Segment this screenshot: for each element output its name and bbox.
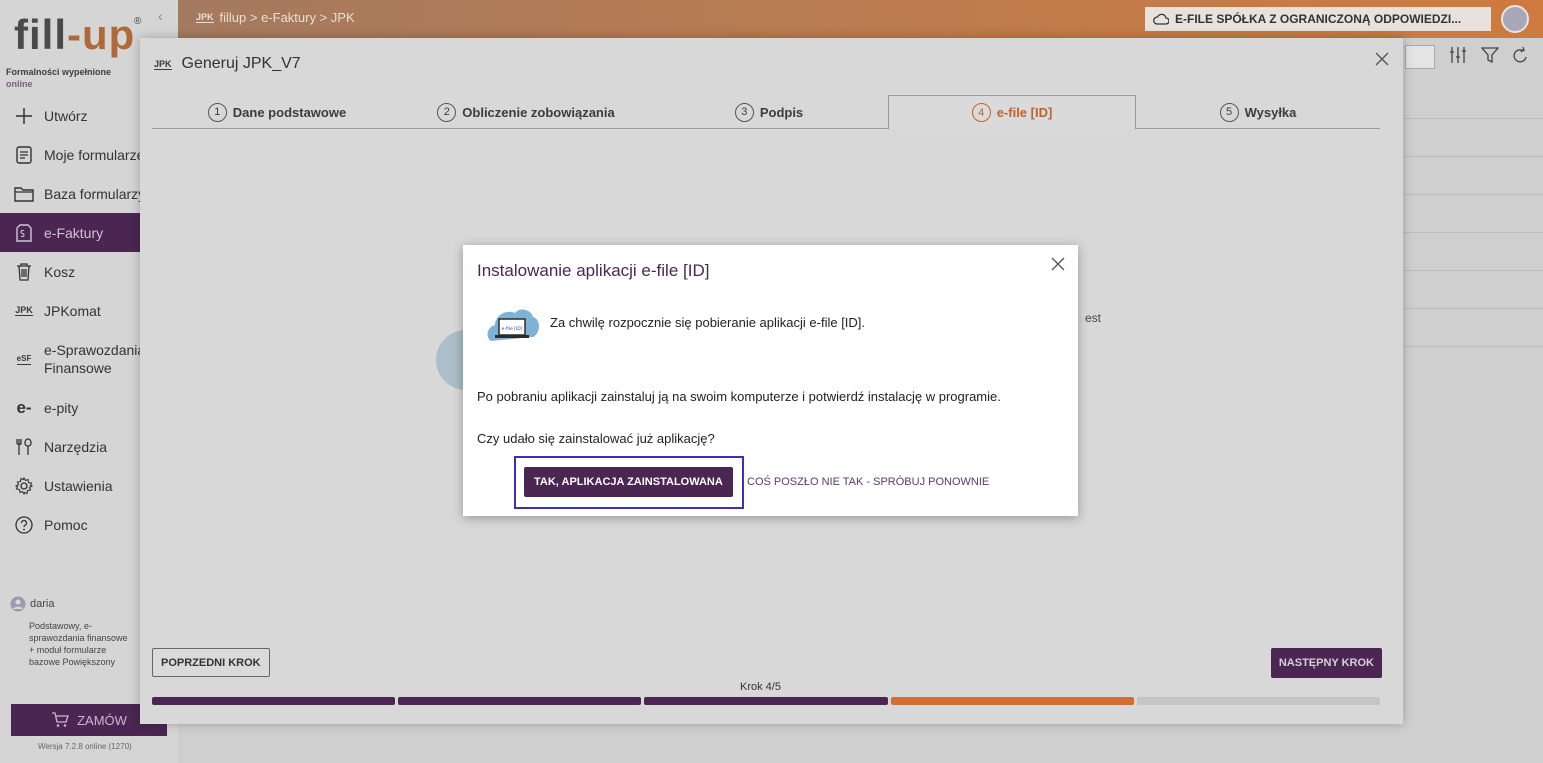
breadcrumb-text[interactable]: fillup > e-Faktury > JPK (220, 10, 355, 25)
tab-e-file[interactable]: 4 e-file [ID] (888, 95, 1136, 129)
epity-icon: e- (16, 397, 32, 417)
background-divider (1403, 346, 1543, 347)
step-tabs: 1 Dane podstawowe 2 Obliczenie zobowiązani… (152, 95, 1380, 129)
modal-close-button[interactable] (1375, 52, 1389, 66)
step-indicator: Krok 4/5 (740, 681, 781, 693)
dialog-title: Instalowanie aplikacji e-file [ID] (477, 261, 710, 280)
background-divider (1403, 232, 1543, 233)
help-icon (14, 515, 34, 535)
cart-icon (51, 712, 69, 728)
install-app-dialog: Instalowanie aplikacji e-file [ID] e-fil… (463, 245, 1078, 516)
app-logo[interactable]: fill-up (14, 14, 135, 56)
retry-link[interactable]: COŚ POSZŁO NIE TAK - SPRÓBUJ PONOWNIE (747, 476, 989, 488)
progress-segment (1136, 697, 1381, 705)
tab-podpis[interactable]: 3 Podpis (650, 95, 888, 129)
tagline: Formalności wypełnione online (6, 67, 112, 89)
plus-icon (14, 106, 34, 126)
jpk-icon: JPK (15, 305, 33, 316)
background-toolbar (1449, 46, 1529, 64)
install-question-text: Czy udało się zainstalować już aplikację… (477, 431, 715, 446)
invoice-icon (14, 223, 34, 243)
modal-title: Generuj JPK_V7 (181, 55, 301, 72)
progress-segment (152, 697, 396, 705)
registered-mark: ® (134, 16, 142, 27)
breadcrumb: JPK fillup > e-Faktury > JPK (196, 10, 355, 25)
download-info-text: Za chwilę rozpocznie się pobieranie apli… (550, 315, 866, 330)
progress-segment (890, 697, 1134, 705)
background-divider (1403, 156, 1543, 157)
sliders-icon (1449, 46, 1467, 64)
jpk-icon: JPK (154, 58, 172, 70)
esf-icon: eSF (16, 353, 32, 365)
document-icon (14, 145, 34, 165)
confirm-installed-button[interactable]: TAK, APLIKACJA ZAINSTALOWANA (524, 467, 733, 497)
jpk-icon: JPK (196, 12, 214, 23)
previous-step-button[interactable]: POPRZEDNI KROK (152, 648, 270, 677)
next-step-button[interactable]: NASTĘPNY KROK (1270, 648, 1382, 678)
progress-segment (398, 697, 642, 705)
tab-obliczenie-zobowiazania[interactable]: 2 Obliczenie zobowiązania (402, 95, 650, 129)
install-instruction-text: Po pobraniu aplikacji zainstaluj ją na s… (477, 389, 1001, 404)
folder-icon (14, 184, 34, 204)
background-search-field (1405, 45, 1435, 69)
background-divider (1403, 270, 1543, 271)
background-divider (1403, 308, 1543, 309)
user-name[interactable]: daria (30, 598, 54, 610)
dialog-close-button[interactable] (1051, 257, 1065, 271)
progress-segment (644, 697, 888, 705)
efile-app-icon: e-file [ID] (485, 301, 541, 347)
user-plan: Podstawowy, e-sprawozdania finansowe + m… (29, 621, 128, 667)
user-avatar-icon (10, 596, 26, 612)
settings-icon (14, 476, 34, 496)
step-progress-bar (152, 697, 1381, 705)
app-version: Wersja 7.2.8 online (1270) (38, 742, 132, 751)
company-selector[interactable]: E-FILE SPÓŁKA Z OGRANICZONĄ ODPOWIEDZI..… (1145, 7, 1491, 31)
tools-icon (14, 437, 34, 457)
user-avatar[interactable] (1501, 5, 1529, 33)
svg-text:e-file [ID]: e-file [ID] (502, 326, 523, 332)
background-divider (1403, 194, 1543, 195)
collapse-sidebar-button[interactable]: ‹ (158, 8, 163, 24)
trash-icon (14, 262, 34, 282)
modal-header: JPK Generuj JPK_V7 (154, 55, 301, 73)
cloud-icon (1153, 13, 1169, 25)
obscured-text: est (1085, 311, 1102, 325)
tab-dane-podstawowe[interactable]: 1 Dane podstawowe (152, 95, 402, 129)
refresh-icon (1513, 46, 1529, 64)
tab-wysylka[interactable]: 5 Wysyłka (1136, 95, 1380, 129)
top-bar: ‹ JPK fillup > e-Faktury > JPK E-FILE SP… (158, 0, 1543, 38)
background-divider (1403, 118, 1543, 119)
filter-icon (1481, 46, 1499, 64)
